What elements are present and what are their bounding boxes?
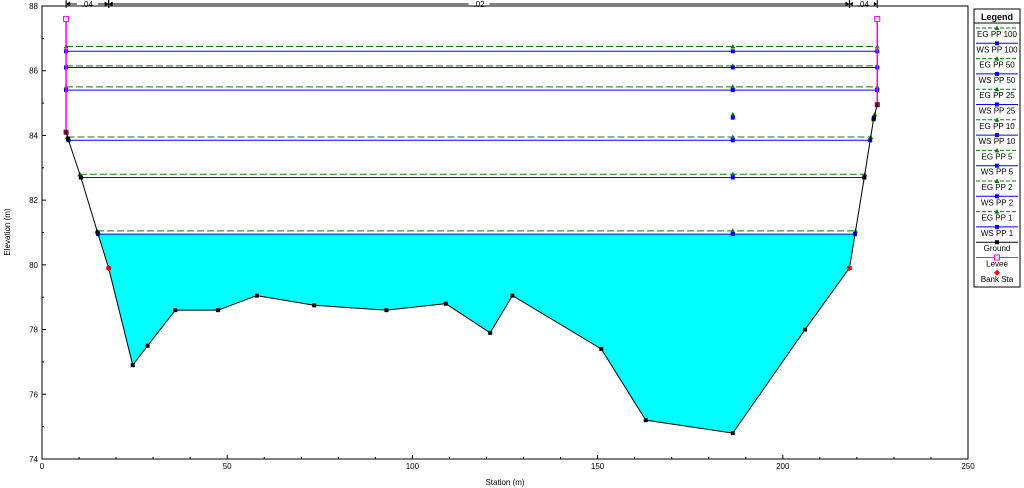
y-tick-label: 88	[29, 2, 38, 11]
ground-point	[443, 301, 448, 306]
legend-entry-label: WS PP 10	[979, 137, 1016, 146]
ground-point	[254, 293, 259, 298]
legend-entry-label: EG PP 50	[979, 61, 1015, 70]
legend-entry-label: EG PP 100	[977, 30, 1017, 39]
legend-entry-label: EG PP 25	[979, 91, 1015, 100]
legend-entry-label: Levee	[986, 260, 1008, 269]
y-tick-label: 74	[29, 455, 38, 464]
manning-n-label: .04	[82, 0, 94, 9]
legend-title: Legend	[981, 12, 1013, 22]
ground-point	[862, 175, 867, 180]
legend-entry-label: WS PP 25	[979, 107, 1016, 116]
ground-point	[312, 303, 317, 308]
ground-point	[510, 293, 515, 298]
x-tick-label: 100	[406, 462, 420, 471]
legend-entry-label: EG PP 2	[982, 183, 1014, 192]
legend-entry-label: EG PP 5	[982, 152, 1014, 161]
cross-section-chart: .04 .02 .04 0 50 100 150 200 250 74 76 78 80 82 84 86 8…	[3, 0, 1021, 487]
y-tick-label: 86	[29, 67, 38, 76]
legend-entry-label: WS PP 50	[979, 76, 1016, 85]
ground-point	[173, 308, 178, 313]
plot-background	[42, 6, 968, 459]
ground-point	[215, 308, 220, 313]
ground-point	[730, 431, 735, 436]
x-tick-label: 200	[776, 462, 790, 471]
ws-pp-1-marker-mid	[730, 232, 735, 237]
ground-point	[599, 346, 604, 351]
levee-left-top-marker	[63, 15, 70, 22]
levee-right-top-marker	[874, 15, 881, 22]
y-tick-label: 84	[29, 131, 38, 140]
legend: Legend EG PP 100 WS PP 100 EG PP 50 WS PP 5…	[973, 8, 1021, 288]
manning-n-label: .02	[474, 0, 486, 9]
legend-entry-label: WS PP 5	[981, 168, 1014, 177]
legend-entry-label: Ground	[984, 244, 1011, 253]
ws-pp-10-marker-mid	[730, 115, 735, 120]
legend-entry-label: WS PP 100	[976, 45, 1018, 54]
ws-pp-100-marker-mid	[730, 49, 735, 54]
legend-entry-label: Bank Sta	[981, 275, 1014, 284]
legend-entry-label: EG PP 1	[982, 214, 1014, 223]
ground-point	[145, 343, 150, 348]
manning-n-label: .04	[858, 0, 870, 9]
ws-pp-2-marker-mid	[730, 175, 735, 180]
y-tick-label: 76	[29, 390, 38, 399]
y-axis-title: Elevation (m)	[3, 208, 12, 255]
ws-pp-50-marker-mid	[730, 65, 735, 70]
ground-point	[803, 327, 808, 332]
y-tick-label: 80	[29, 261, 38, 270]
ws-pp-25-marker-mid	[730, 88, 735, 93]
legend-entry-label: WS PP 1	[981, 229, 1014, 238]
x-tick-label: 250	[961, 462, 975, 471]
legend-entry-label: WS PP 2	[981, 198, 1014, 207]
ground-point	[643, 418, 648, 423]
ws-pp-5-marker-mid	[730, 138, 735, 143]
ground-point	[384, 308, 389, 313]
ground-point	[871, 117, 876, 122]
ground-point	[130, 363, 135, 368]
ground-point	[65, 136, 70, 141]
x-tick-label: 50	[223, 462, 232, 471]
x-tick-label: 0	[40, 462, 45, 471]
y-tick-label: 78	[29, 326, 38, 335]
x-tick-label: 150	[591, 462, 605, 471]
legend-entry-label: EG PP 10	[979, 122, 1015, 131]
ground-point	[488, 330, 493, 335]
y-tick-label: 82	[29, 196, 38, 205]
ground-point	[95, 230, 100, 235]
ground-point	[78, 175, 83, 180]
x-axis-title: Station (m)	[485, 478, 524, 487]
